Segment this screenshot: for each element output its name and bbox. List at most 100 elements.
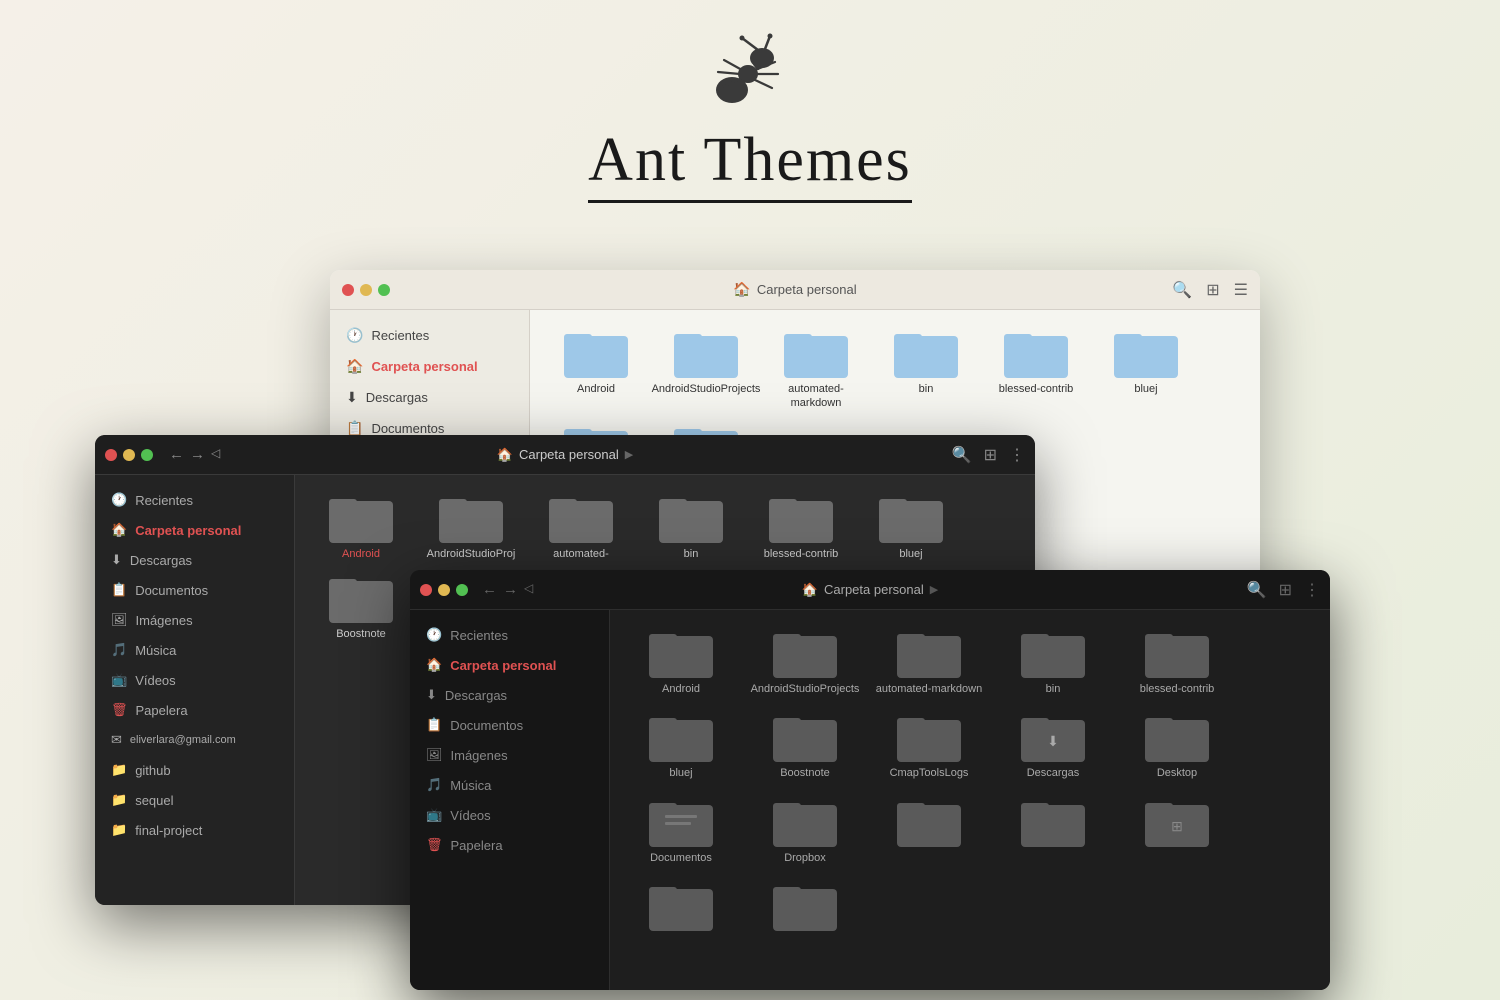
descargas-label-darkest: Descargas bbox=[445, 688, 507, 703]
path-darkest: 🏠 Carpeta personal ▶ bbox=[802, 582, 938, 598]
folder-cmaptools-darkest[interactable]: CmapToolsLogs bbox=[874, 710, 984, 780]
forward-icon-darkest[interactable]: → bbox=[503, 581, 518, 598]
folder-name-automated-darkest: automated-markdown bbox=[876, 682, 982, 696]
maximize-button-darkest[interactable] bbox=[456, 584, 468, 596]
folder-documentos-darkest[interactable]: Documentos bbox=[626, 795, 736, 865]
email-icon-dark: ✉ bbox=[111, 732, 122, 748]
sidebar-item-papelera-dark[interactable]: 🗑 Papelera bbox=[95, 695, 294, 725]
sidebar-item-descargas-dark[interactable]: ⬇ Descargas bbox=[95, 545, 294, 575]
folder-row2-4-darkest[interactable] bbox=[626, 879, 736, 935]
folder-bluej-darkest[interactable]: bluej bbox=[626, 710, 736, 780]
minimize-button-dark[interactable] bbox=[123, 449, 135, 461]
toolbar-darkest: 🔍 ⊞ ⋮ bbox=[1247, 580, 1320, 600]
sidebar-item-email-dark[interactable]: ✉ eliverlara@gmail.com bbox=[95, 725, 294, 755]
folder-boostnote-dark[interactable]: Boostnote bbox=[311, 571, 411, 641]
menu-icon-dark[interactable]: ⋮ bbox=[1009, 445, 1025, 465]
folder-automated-dark[interactable]: automated- bbox=[531, 491, 631, 561]
close-button-darkest[interactable] bbox=[420, 584, 432, 596]
folder-bluej-dark[interactable]: bluej bbox=[861, 491, 961, 561]
sidebar-item-documentos-darkest[interactable]: 📋 Documentos bbox=[410, 710, 609, 740]
search-icon-darkest[interactable]: 🔍 bbox=[1247, 580, 1267, 600]
panel-toggle-darkest[interactable]: ◁ bbox=[524, 581, 533, 598]
folder-bin-darkest[interactable]: bin bbox=[998, 626, 1108, 696]
sidebar-item-imagenes-darkest[interactable]: 🖼 Imágenes bbox=[410, 740, 609, 770]
close-button-dark[interactable] bbox=[105, 449, 117, 461]
view-icon-dark[interactable]: ⊞ bbox=[984, 445, 997, 465]
home-path-icon-dark: 🏠 bbox=[497, 447, 513, 463]
folder-androidstudio-dark[interactable]: AndroidStudioProj bbox=[421, 491, 521, 561]
finalproject-label-dark: final-project bbox=[135, 823, 202, 838]
sidebar-item-carpeta-dark[interactable]: 🏠 Carpeta personal bbox=[95, 515, 294, 545]
folder-bin-dark[interactable]: bin bbox=[641, 491, 741, 561]
github-label-dark: github bbox=[135, 763, 170, 778]
menu-icon-light[interactable]: ☰ bbox=[1234, 280, 1248, 300]
sidebar-item-sequel-dark[interactable]: 📁 sequel bbox=[95, 785, 294, 815]
forward-icon-dark[interactable]: → bbox=[190, 446, 205, 463]
sidebar-item-musica-darkest[interactable]: 🎵 Música bbox=[410, 770, 609, 800]
sidebar-item-descargas-light[interactable]: ⬇ Descargas bbox=[330, 382, 529, 413]
folder-androidstudio-darkest[interactable]: AndroidStudioProjects bbox=[750, 626, 860, 696]
nav-darkest: ← → ◁ bbox=[482, 581, 533, 598]
traffic-lights-darkest bbox=[420, 584, 468, 596]
back-icon-dark[interactable]: ← bbox=[169, 446, 184, 463]
menu-icon-darkest[interactable]: ⋮ bbox=[1304, 580, 1320, 600]
close-button-light[interactable] bbox=[342, 284, 354, 296]
folder-boostnote-darkest[interactable]: Boostnote bbox=[750, 710, 860, 780]
folder-row2-5-darkest[interactable] bbox=[750, 879, 860, 935]
folder-row2-2-darkest[interactable] bbox=[998, 795, 1108, 865]
sidebar-item-recientes-darkest[interactable]: 🕐 Recientes bbox=[410, 620, 609, 650]
sidebar-item-papelera-darkest[interactable]: 🗑 Papelera bbox=[410, 830, 609, 860]
panel-toggle-dark[interactable]: ◁ bbox=[211, 446, 220, 463]
home-icon-sidebar-light: 🏠 bbox=[346, 358, 363, 375]
folder-row2-1-darkest[interactable] bbox=[874, 795, 984, 865]
sidebar-item-finalproject-dark[interactable]: 📁 final-project bbox=[95, 815, 294, 845]
folder-automated-light[interactable]: automated-markdown bbox=[766, 326, 866, 411]
sidebar-item-recientes-dark[interactable]: 🕐 Recientes bbox=[95, 485, 294, 515]
search-icon-dark[interactable]: 🔍 bbox=[952, 445, 972, 465]
download-icon-darkest: ⬇ bbox=[426, 687, 437, 703]
folder-bluej-light[interactable]: bluej bbox=[1096, 326, 1196, 411]
view-icon-darkest[interactable]: ⊞ bbox=[1279, 580, 1292, 600]
home-icon-darkest: 🏠 bbox=[426, 657, 442, 673]
sidebar-item-carpeta-darkest[interactable]: 🏠 Carpeta personal bbox=[410, 650, 609, 680]
sidebar-item-videos-dark[interactable]: 📺 Vídeos bbox=[95, 665, 294, 695]
folder-blessed-darkest[interactable]: blessed-contrib bbox=[1122, 626, 1232, 696]
folder-blessed-light[interactable]: blessed-contrib bbox=[986, 326, 1086, 411]
maximize-button-dark[interactable] bbox=[141, 449, 153, 461]
sidebar-item-descargas-darkest[interactable]: ⬇ Descargas bbox=[410, 680, 609, 710]
sidebar-item-imagenes-dark[interactable]: 🖼 Imágenes bbox=[95, 605, 294, 635]
view-icon-light[interactable]: ⊞ bbox=[1206, 280, 1219, 300]
folder-android-light[interactable]: Android bbox=[546, 326, 646, 411]
sidebar-item-musica-dark[interactable]: 🎵 Música bbox=[95, 635, 294, 665]
maximize-button-light[interactable] bbox=[378, 284, 390, 296]
folder-automated-darkest[interactable]: automated-markdown bbox=[874, 626, 984, 696]
sidebar-item-carpeta-light[interactable]: 🏠 Carpeta personal bbox=[330, 351, 529, 382]
ant-logo bbox=[690, 30, 810, 120]
carpeta-label-dark: Carpeta personal bbox=[135, 523, 241, 538]
folder-bin-light[interactable]: bin bbox=[876, 326, 976, 411]
sidebar-item-recientes-light[interactable]: 🕐 Recientes bbox=[330, 320, 529, 351]
sidebar-item-videos-darkest[interactable]: 📺 Vídeos bbox=[410, 800, 609, 830]
content-darkest: Android AndroidStudioProjects automated-… bbox=[610, 610, 1330, 990]
svg-text:⊞: ⊞ bbox=[1171, 818, 1183, 834]
videos-icon-darkest: 📺 bbox=[426, 807, 442, 823]
app-title: Ant Themes bbox=[588, 125, 912, 203]
folder-descargas-darkest[interactable]: ⬇ Descargas bbox=[998, 710, 1108, 780]
home-icon-dark: 🏠 bbox=[111, 522, 127, 538]
folder-blessed-dark[interactable]: blessed-contrib bbox=[751, 491, 851, 561]
folder-android-dark[interactable]: Android bbox=[311, 491, 411, 561]
folder-desktop-darkest[interactable]: Desktop bbox=[1122, 710, 1232, 780]
sidebar-item-github-dark[interactable]: 📁 github bbox=[95, 755, 294, 785]
folder-name-blessed-dark: blessed-contrib bbox=[764, 547, 839, 561]
search-icon-light[interactable]: 🔍 bbox=[1172, 280, 1192, 300]
trash-icon-darkest: 🗑 bbox=[426, 837, 443, 853]
folder-dropbox-darkest[interactable]: Dropbox bbox=[750, 795, 860, 865]
sidebar-item-documentos-dark[interactable]: 📋 Documentos bbox=[95, 575, 294, 605]
minimize-button-darkest[interactable] bbox=[438, 584, 450, 596]
folder-android-darkest[interactable]: Android bbox=[626, 626, 736, 696]
minimize-button-light[interactable] bbox=[360, 284, 372, 296]
nav-dark: ← → ◁ bbox=[169, 446, 220, 463]
folder-androidstudio-light[interactable]: AndroidStudioProjects bbox=[656, 326, 756, 411]
folder-row2-3-darkest[interactable]: ⊞ bbox=[1122, 795, 1232, 865]
back-icon-darkest[interactable]: ← bbox=[482, 581, 497, 598]
